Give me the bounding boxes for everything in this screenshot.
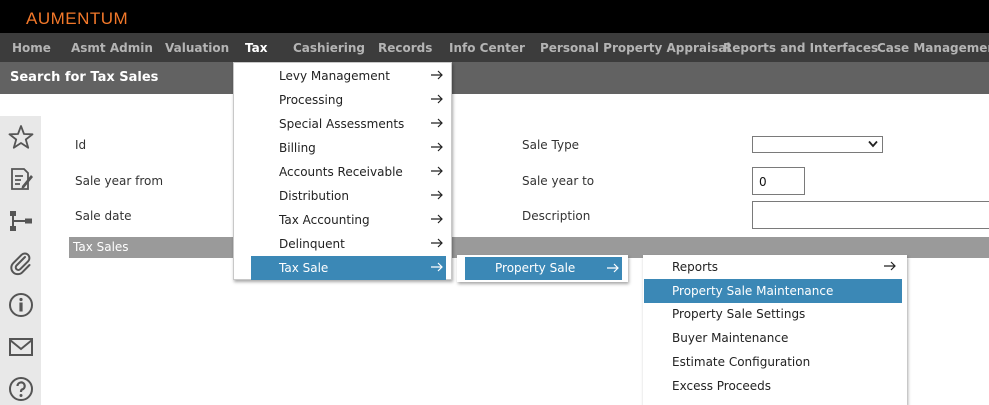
star-icon[interactable] <box>0 116 41 156</box>
arrow-right-icon <box>431 262 443 272</box>
sale-type-select[interactable] <box>752 136 883 153</box>
id-label: Id <box>75 138 87 152</box>
arrow-right-icon <box>431 238 443 248</box>
arrow-right-icon <box>607 263 619 273</box>
sidebar <box>0 116 41 405</box>
menu-item-tax-accounting[interactable]: Tax Accounting <box>234 208 451 232</box>
menu-item-estimate-configuration[interactable]: Estimate Configuration <box>643 350 907 374</box>
tax-dropdown-menu: Levy Management Processing Special Asses… <box>233 62 452 280</box>
arrow-right-icon <box>431 190 443 200</box>
property-sale-submenu: Reports Property Sale Maintenance Proper… <box>643 255 907 405</box>
menu-item-property-sale-maintenance[interactable]: Property Sale Maintenance <box>644 279 902 303</box>
nav-cashiering[interactable]: Cashiering <box>293 41 365 55</box>
menu-item-accounts-receivable[interactable]: Accounts Receivable <box>234 160 451 184</box>
arrow-right-icon <box>431 94 443 104</box>
menu-item-label: Levy Management <box>279 69 390 83</box>
arrow-right-icon <box>431 70 443 80</box>
menu-item-excess-proceeds[interactable]: Excess Proceeds <box>643 374 907 398</box>
paperclip-icon[interactable] <box>0 242 41 282</box>
arrow-right-icon <box>431 118 443 128</box>
menu-item-label: Property Sale Settings <box>672 307 806 321</box>
description-input[interactable] <box>752 201 989 229</box>
sale-year-to-label: Sale year to <box>522 174 595 188</box>
nav-home[interactable]: Home <box>12 41 51 55</box>
menu-item-label: Distribution <box>279 189 350 203</box>
description-label: Description <box>522 209 591 223</box>
menu-item-label: Buyer Maintenance <box>672 331 789 345</box>
nav-tax[interactable]: Tax <box>245 41 267 55</box>
hierarchy-icon[interactable] <box>0 200 41 240</box>
menu-item-property-sale-settings[interactable]: Property Sale Settings <box>643 302 907 326</box>
menu-item-processing[interactable]: Processing <box>234 88 451 112</box>
sale-date-label: Sale date <box>75 209 132 223</box>
tax-sale-submenu: Property Sale <box>457 255 628 282</box>
menu-item-label: Delinquent <box>279 237 345 251</box>
main-nav: Home Asmt Admin Valuation Tax Cashiering… <box>0 33 989 62</box>
notes-icon[interactable] <box>0 158 41 198</box>
menu-item-label: Reports <box>672 260 719 274</box>
menu-item-label: Tax Accounting <box>279 213 370 227</box>
menu-item-label: Excess Proceeds <box>672 379 772 393</box>
menu-item-label: Processing <box>279 93 344 107</box>
menu-item-levy-management[interactable]: Levy Management <box>234 64 451 88</box>
sale-year-to-input[interactable]: 0 <box>752 167 805 195</box>
page-header: Search for Tax Sales <box>0 62 989 94</box>
top-bar: AUMENTUM <box>0 0 989 33</box>
menu-item-label: Estimate Configuration <box>672 355 811 369</box>
menu-item-label: Property Sale <box>495 261 576 275</box>
arrow-right-icon <box>431 214 443 224</box>
menu-item-property-sale[interactable]: Property Sale <box>465 257 622 280</box>
app-logo: AUMENTUM <box>26 9 129 28</box>
nav-case-management[interactable]: Case Management <box>877 41 989 55</box>
menu-item-special-assessments[interactable]: Special Assessments <box>234 112 451 136</box>
chevron-down-icon <box>868 140 878 148</box>
menu-item-label: Tax Sale <box>279 261 329 275</box>
menu-item-label: Billing <box>279 141 316 155</box>
mail-icon[interactable] <box>0 326 41 366</box>
tax-sales-label: Tax Sales <box>73 240 129 254</box>
sale-type-label: Sale Type <box>522 138 580 152</box>
nav-asmt-admin[interactable]: Asmt Admin <box>71 41 153 55</box>
menu-item-label: Accounts Receivable <box>279 165 403 179</box>
nav-personal-property-appraisal[interactable]: Personal Property Appraisal <box>540 41 730 55</box>
menu-item-label: Property Sale Maintenance <box>672 284 834 298</box>
menu-item-reports[interactable]: Reports <box>643 255 907 279</box>
arrow-right-icon <box>431 142 443 152</box>
page-title: Search for Tax Sales <box>10 70 159 85</box>
nav-valuation[interactable]: Valuation <box>165 41 229 55</box>
menu-item-billing[interactable]: Billing <box>234 136 451 160</box>
menu-item-label: Special Assessments <box>279 117 405 131</box>
arrow-right-icon <box>431 166 443 176</box>
arrow-right-icon <box>884 261 896 271</box>
nav-records[interactable]: Records <box>378 41 432 55</box>
menu-item-delinquent[interactable]: Delinquent <box>234 232 451 256</box>
menu-item-tax-sale[interactable]: Tax Sale <box>251 256 446 280</box>
menu-item-buyer-maintenance[interactable]: Buyer Maintenance <box>643 326 907 350</box>
nav-reports-and-interfaces[interactable]: Reports and Interfaces <box>723 41 878 55</box>
menu-item-distribution[interactable]: Distribution <box>234 184 451 208</box>
nav-info-center[interactable]: Info Center <box>449 41 525 55</box>
info-icon[interactable] <box>0 284 41 324</box>
sale-year-from-label: Sale year from <box>75 174 164 188</box>
help-icon[interactable] <box>0 368 41 405</box>
